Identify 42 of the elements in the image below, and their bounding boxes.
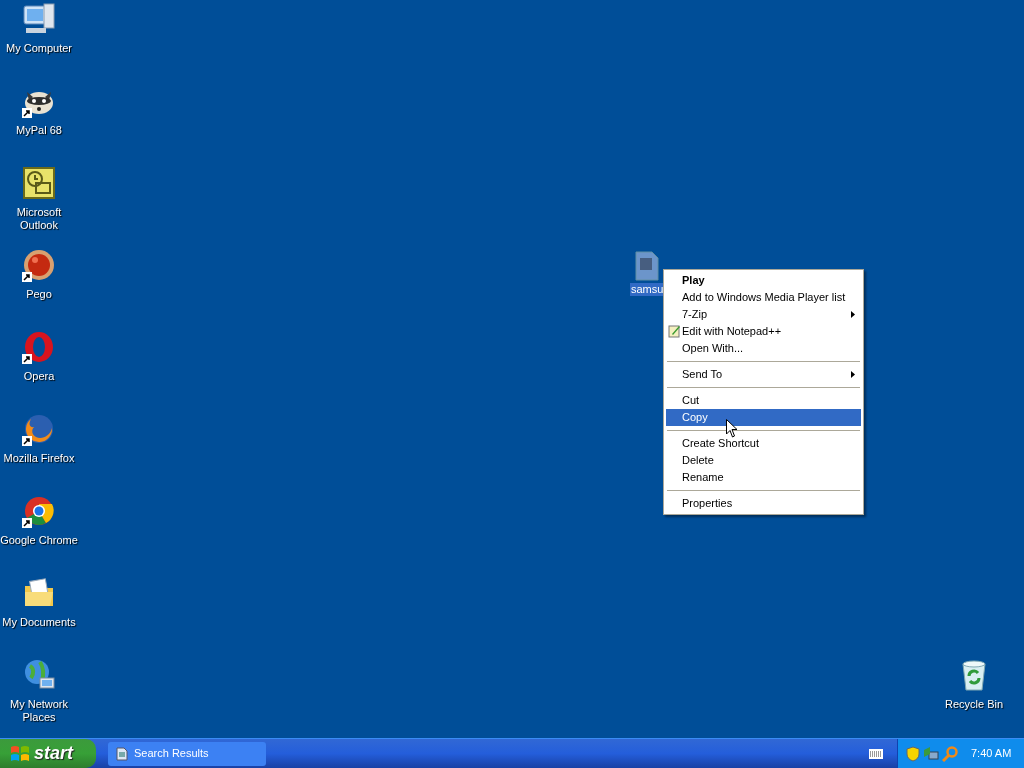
icon-label[interactable]: Pego xyxy=(0,288,78,301)
clock[interactable]: 7:40 AM xyxy=(971,745,1012,762)
mouse-pointer-icon xyxy=(726,419,738,438)
menu-item[interactable]: Cut xyxy=(666,392,861,409)
icon-label[interactable]: My Computer xyxy=(0,42,78,55)
menu-item[interactable]: Send To xyxy=(666,366,861,383)
submenu-arrow-icon xyxy=(851,311,855,318)
opera-icon xyxy=(22,330,56,364)
notepad-pencil-icon xyxy=(668,324,681,338)
menu-item[interactable]: Create Shortcut xyxy=(666,435,861,452)
menu-item[interactable]: Copy xyxy=(666,409,861,426)
document-icon xyxy=(116,746,128,761)
icon-label[interactable]: Microsoft Outlook xyxy=(0,206,78,232)
icon-label[interactable]: Opera xyxy=(0,370,78,383)
icon-label[interactable]: My Network Places xyxy=(0,698,78,724)
keyboard-icon[interactable] xyxy=(869,748,883,759)
icon-label[interactable]: My Documents xyxy=(0,616,78,629)
menu-item[interactable]: Properties xyxy=(666,495,861,512)
windows-flag-icon xyxy=(10,744,30,763)
computer-icon xyxy=(22,2,56,36)
menu-item[interactable]: Edit with Notepad++ xyxy=(666,323,861,340)
taskbar-button[interactable]: Search Results xyxy=(108,741,266,766)
ball-icon xyxy=(22,248,56,282)
network-computer-icon[interactable] xyxy=(923,745,939,762)
menu-item[interactable]: Rename xyxy=(666,469,861,486)
menu-item[interactable]: Play xyxy=(666,272,861,289)
menu-item[interactable]: Delete xyxy=(666,452,861,469)
menu-item[interactable]: Add to Windows Media Player list xyxy=(666,289,861,306)
submenu-arrow-icon xyxy=(851,371,855,378)
icon-label[interactable]: Mozilla Firefox xyxy=(0,452,78,465)
icon-label[interactable]: Google Chrome xyxy=(0,534,78,547)
menu-item[interactable]: Open With... xyxy=(666,340,861,357)
file-label[interactable]: samsu xyxy=(630,283,665,296)
firefox-icon xyxy=(22,412,56,446)
icon-label[interactable]: Recycle Bin xyxy=(935,698,1013,711)
video-file-icon xyxy=(635,251,660,281)
menu-item[interactable]: 7-Zip xyxy=(666,306,861,323)
chrome-icon xyxy=(22,494,56,528)
icon-label[interactable]: MyPal 68 xyxy=(0,124,78,137)
clock-envelope-icon xyxy=(22,166,56,200)
shield-icon[interactable] xyxy=(906,745,920,762)
globe-computer-icon xyxy=(22,658,56,692)
